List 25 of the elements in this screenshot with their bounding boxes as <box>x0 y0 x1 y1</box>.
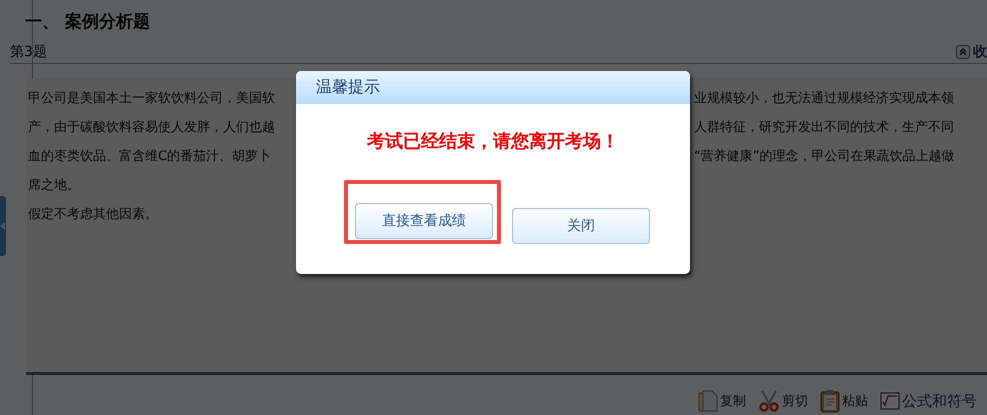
passage-text: 血的枣类饮品、富含维C的番茄汁、胡萝卜 <box>28 148 272 164</box>
passage-text: 席之地。 <box>28 176 80 194</box>
dialog-button[interactable]: 关闭 <box>512 208 650 244</box>
document-icon <box>698 390 718 412</box>
cut-button[interactable]: 剪切 <box>758 390 808 412</box>
passage-text: 产，由于碳酸饮料容易使人发胖，人们也越 <box>28 118 275 136</box>
passage-text: 人群特征，研究开发出不同的技术，生产不同 <box>694 118 954 136</box>
passage-text: 假定不考虑其他因素。 <box>28 206 158 222</box>
copy-button[interactable]: 复制 <box>698 390 746 412</box>
side-panel-toggle[interactable] <box>0 196 6 256</box>
dialog-message: 考试已经结束，请您离开考场！ <box>366 130 620 153</box>
paste-button[interactable]: 粘贴 <box>820 389 868 413</box>
chevron-up-icon <box>956 44 970 58</box>
passage-text: “营养健康”的理念，甲公司在果蔬饮品上越做 <box>694 148 954 164</box>
dialog-title: 温馨提示 <box>316 77 380 98</box>
caret-left-icon <box>0 222 5 230</box>
scissors-icon <box>758 390 780 412</box>
section-title: 一、 案例分析题 <box>25 11 150 33</box>
formula-icon <box>880 392 900 410</box>
question-number: 第3题 <box>10 42 47 60</box>
formula-button[interactable]: 公式和符号 <box>880 392 977 410</box>
passage-text: 甲公司是美国本土一家软饮料公司，美国软 <box>28 90 275 106</box>
passage-text: 业规模较小，也无法通过规模经济实现成本领 <box>694 90 954 106</box>
dialog-button[interactable]: 直接查看成绩 <box>355 203 493 239</box>
collapse-button[interactable]: 收 <box>956 42 987 60</box>
